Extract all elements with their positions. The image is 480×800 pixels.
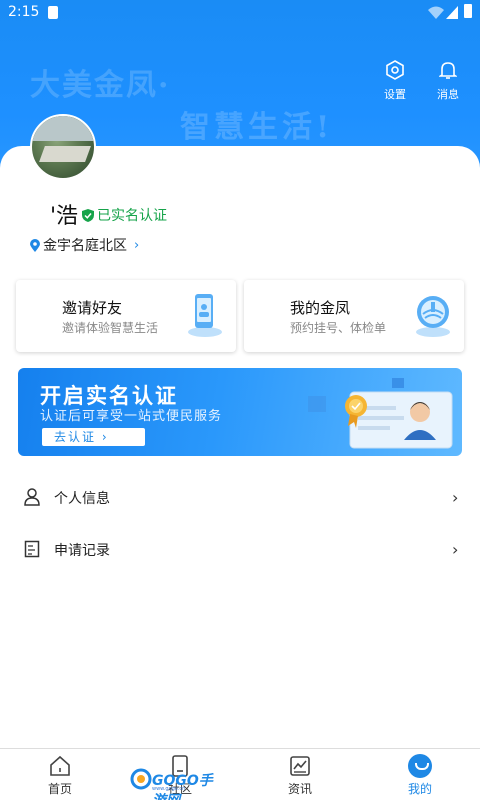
go-verify-button[interactable]: 去认证 › — [42, 428, 145, 446]
settings-label: 设置 — [384, 88, 406, 101]
my-jinfeng-subtitle: 预约挂号、体检单 — [290, 321, 387, 335]
invite-friends-card[interactable]: 邀请好友 邀请体验智慧生活 — [16, 280, 236, 352]
nav-mine-label: 我的 — [407, 782, 432, 796]
nav-home-label: 首页 — [47, 782, 72, 796]
document-icon — [24, 540, 40, 558]
wifi-icon — [428, 6, 444, 19]
news-icon — [290, 756, 310, 776]
messages-label: 消息 — [437, 88, 459, 101]
settings-icon — [386, 60, 404, 80]
watermark-domain: www.gogo.cn — [152, 786, 186, 792]
nav-news[interactable]: 资讯 — [270, 754, 330, 797]
location-pin-icon — [30, 238, 40, 252]
id-card-illustration — [308, 378, 453, 449]
bell-icon — [439, 62, 457, 79]
invite-friends-subtitle: 邀请体验智慧生活 — [62, 321, 159, 335]
avatar[interactable] — [30, 114, 96, 180]
nav-news-label: 资讯 — [287, 782, 312, 796]
user-icon — [24, 488, 40, 506]
watermark-logo: GOGO手游网 www.gogo.cn — [130, 768, 226, 800]
bottom-nav: 首页 社区 资讯 我的 — [0, 748, 480, 800]
sim-icon — [48, 6, 58, 19]
menu-item-application-records[interactable]: 申请记录 › — [0, 524, 480, 576]
invite-friends-title: 邀请好友 — [62, 299, 123, 317]
chevron-right-icon: › — [134, 237, 140, 253]
menu-item-personal-info[interactable]: 个人信息 › — [0, 472, 480, 524]
status-time: 2:15 — [8, 4, 40, 20]
home-icon — [50, 755, 70, 776]
settings-button[interactable]: 设置 — [375, 60, 415, 102]
watermark-brand: GOGO手游网 — [152, 773, 213, 800]
location-label: 金宇名庭北区 — [43, 238, 127, 254]
jinfeng-logo-icon — [416, 296, 450, 337]
phone-contact-icon — [188, 294, 222, 337]
user-name: '浩 — [50, 204, 79, 229]
nav-home[interactable]: 首页 — [30, 754, 90, 797]
shield-check-icon — [82, 208, 94, 222]
status-bar: 2:15 — [0, 0, 480, 26]
battery-icon — [464, 4, 472, 18]
menu-item-label: 个人信息 — [54, 491, 110, 507]
nav-mine[interactable]: 我的 — [390, 754, 450, 797]
chevron-right-icon: › — [452, 540, 459, 559]
my-jinfeng-card[interactable]: 我的金凤 预约挂号、体检单 — [244, 280, 464, 352]
banner-subtitle: 认证后可享受一站式便民服务 — [40, 409, 223, 424]
my-jinfeng-title: 我的金凤 — [290, 299, 351, 317]
slogan-line-2: 智慧生活! — [180, 110, 334, 145]
verify-banner[interactable]: 开启实名认证 认证后可享受一站式便民服务 去认证 › — [18, 368, 462, 456]
gogo-logo-icon — [130, 768, 152, 790]
menu-item-label: 申请记录 — [54, 543, 110, 559]
verified-badge: 已实名认证 — [82, 205, 167, 225]
location-selector[interactable]: 金宇名庭北区 › — [30, 235, 139, 255]
slogan-line-1: 大美金凤· — [30, 68, 171, 103]
messages-button[interactable]: 消息 — [428, 60, 468, 102]
chevron-right-icon: › — [452, 488, 459, 507]
signal-icon — [446, 6, 458, 19]
verified-label: 已实名认证 — [97, 208, 167, 224]
mine-icon — [408, 754, 432, 778]
